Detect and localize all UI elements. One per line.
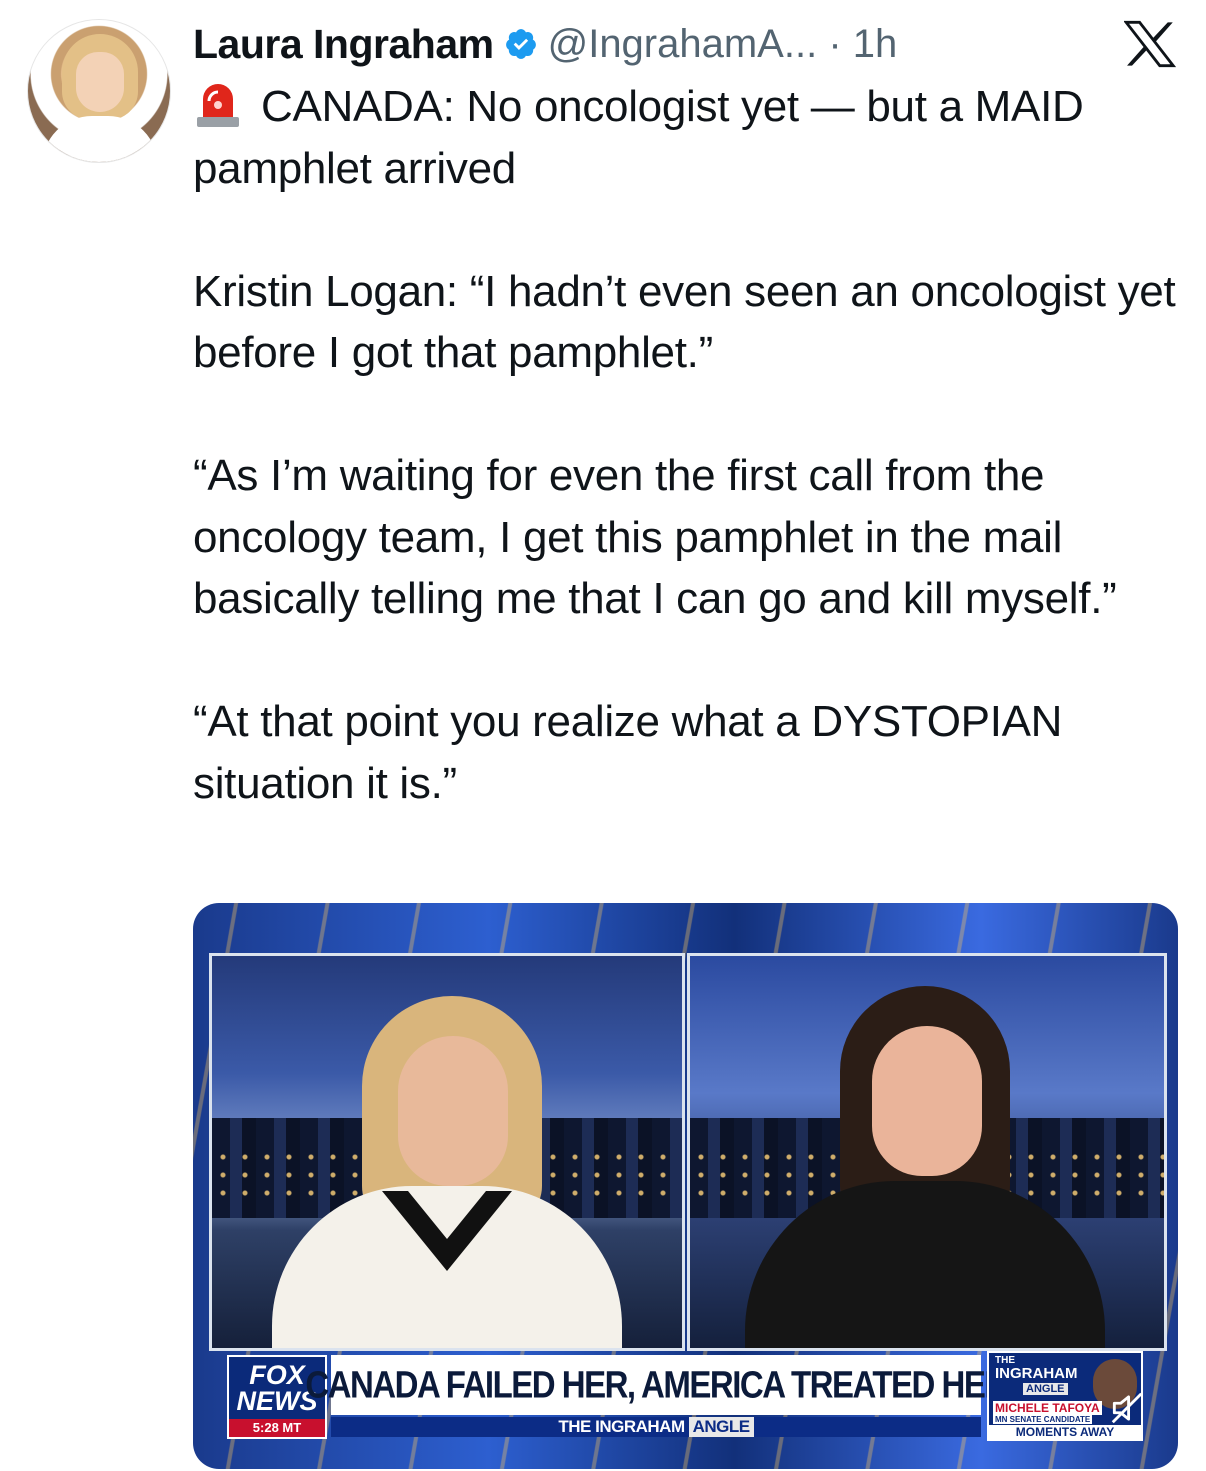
- muted-speaker-icon[interactable]: [1108, 1389, 1146, 1427]
- author-handle-time[interactable]: @IngrahamA... · 1h: [548, 22, 898, 67]
- show-name-prefix: THE INGRAHAM: [558, 1417, 685, 1436]
- tweet-paragraph-4: “At that point you realize what a DYSTOP…: [193, 697, 1063, 808]
- author-name[interactable]: Laura Ingraham: [193, 21, 494, 68]
- promo-footer: MOMENTS AWAY: [989, 1425, 1141, 1439]
- promo-line-2: INGRAHAM: [995, 1365, 1078, 1382]
- tweet-paragraph-1: CANADA: No oncologist yet — but a MAID p…: [193, 76, 1178, 199]
- video-thumbnail[interactable]: FOX NEWS 5:28 MT CANADA FAILED HER, AMER…: [193, 903, 1178, 1469]
- x-logo-icon[interactable]: [1124, 20, 1176, 68]
- show-name-bar: THE INGRAHAM ANGLE: [331, 1417, 981, 1437]
- guest-face: [872, 1026, 982, 1176]
- chyron-headline: CANADA FAILED HER, AMERICA TREATED HER: [305, 1363, 1008, 1406]
- tweet-paragraph-3: “As I’m waiting for even the first call …: [193, 451, 1117, 623]
- tweet-paragraph-1-text: CANADA: No oncologist yet — but a MAID p…: [193, 82, 1084, 193]
- broadcast-time: 5:28 MT: [229, 1419, 325, 1437]
- host-face: [398, 1036, 508, 1186]
- author-avatar[interactable]: [27, 19, 171, 163]
- tweet-body: CANADA: No oncologist yet — but a MAID p…: [193, 76, 1178, 814]
- verified-badge-icon: [505, 29, 536, 59]
- guest-panel: [687, 953, 1167, 1351]
- tweet-paragraph-2: Kristin Logan: “I hadn’t even seen an on…: [193, 266, 1176, 378]
- promo-guest-title: MN SENATE CANDIDATE: [993, 1415, 1093, 1424]
- tweet-header: Laura Ingraham @IngrahamA... · 1h: [193, 18, 897, 70]
- promo-line-3: ANGLE: [1023, 1383, 1068, 1395]
- headline-bar: CANADA FAILED HER, AMERICA TREATED HER: [305, 1355, 1008, 1415]
- news-chyron: FOX NEWS 5:28 MT CANADA FAILED HER, AMER…: [209, 1351, 1161, 1441]
- siren-icon: [197, 84, 239, 127]
- show-name-suffix: ANGLE: [688, 1417, 754, 1437]
- host-panel: [209, 953, 685, 1351]
- avatar-body: [42, 116, 158, 162]
- promo-guest-name: MICHELE TAFOYA: [993, 1401, 1102, 1415]
- avatar-face: [76, 52, 124, 112]
